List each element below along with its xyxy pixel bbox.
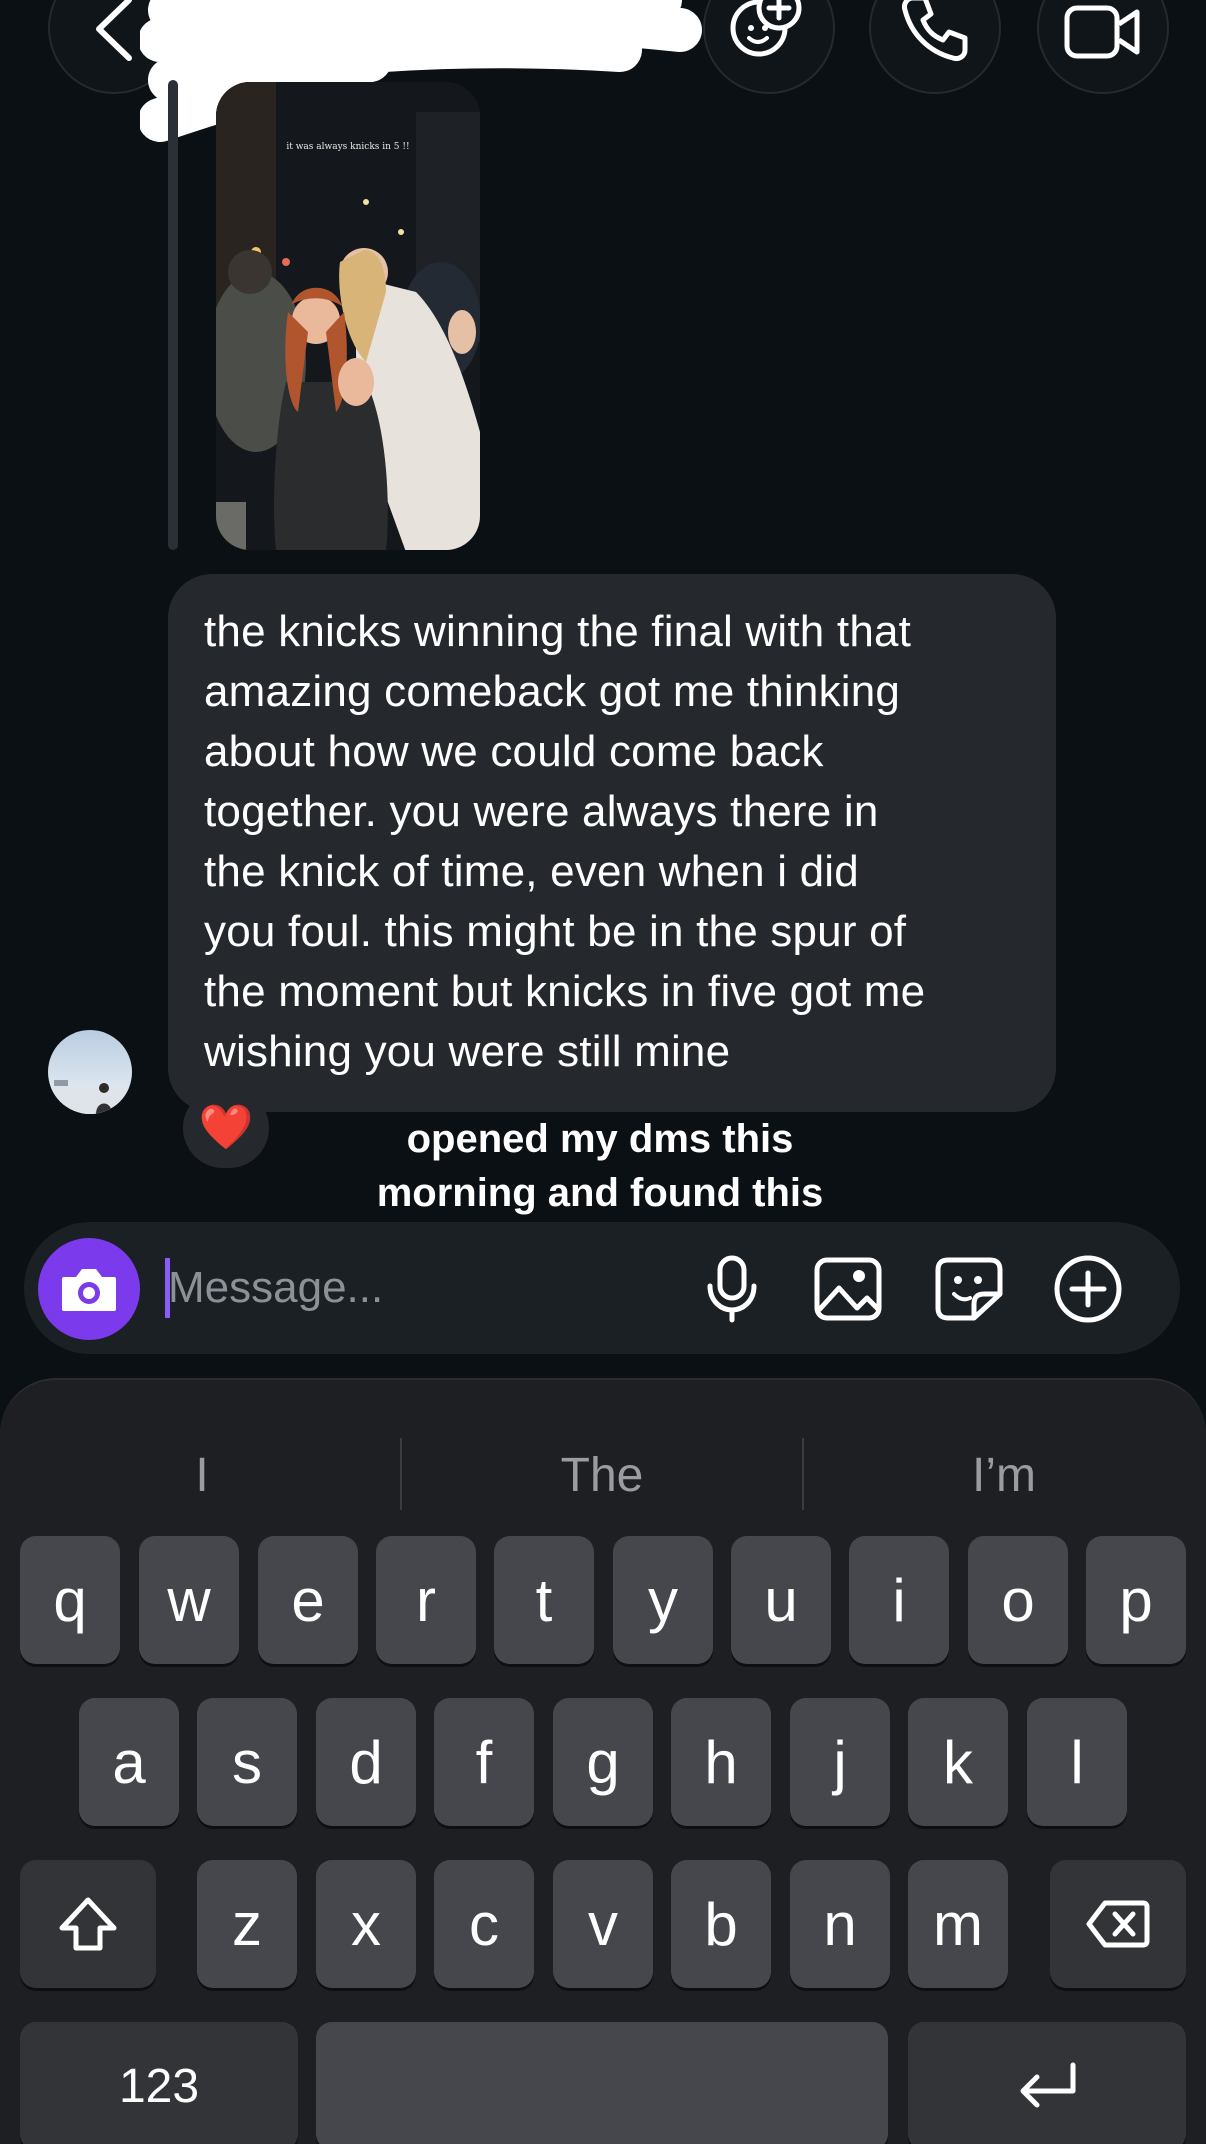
- key-o[interactable]: o: [968, 1536, 1068, 1664]
- sticker-icon: [935, 1257, 1003, 1321]
- key-c[interactable]: c: [434, 1860, 534, 1988]
- key-z[interactable]: z: [197, 1860, 297, 1988]
- numbers-key[interactable]: 123: [20, 2022, 298, 2144]
- video-camera-icon: [1064, 5, 1140, 59]
- key-r[interactable]: r: [376, 1536, 476, 1664]
- camera-button[interactable]: [38, 1238, 140, 1340]
- keyboard: I The I’m q w e r t y u i o p a s d f g …: [0, 1378, 1206, 2144]
- microphone-button[interactable]: [695, 1252, 769, 1326]
- key-y[interactable]: y: [613, 1536, 713, 1664]
- return-icon: [1020, 2062, 1076, 2108]
- suggestion-3[interactable]: I’m: [804, 1420, 1204, 1530]
- phone-icon: [902, 0, 968, 61]
- key-x[interactable]: x: [316, 1860, 416, 1988]
- plus-circle-icon: [1054, 1255, 1122, 1323]
- suggestion-2[interactable]: The: [402, 1420, 802, 1530]
- effects-icon: [730, 0, 802, 57]
- key-m[interactable]: m: [908, 1860, 1008, 1988]
- key-u[interactable]: u: [731, 1536, 831, 1664]
- avatar-image: [48, 1030, 132, 1114]
- story-caption: it was always knicks in 5 !!: [286, 142, 410, 152]
- key-g[interactable]: g: [553, 1698, 653, 1826]
- shift-key[interactable]: [20, 1860, 156, 1988]
- more-button[interactable]: [1051, 1252, 1125, 1326]
- key-p[interactable]: p: [1086, 1536, 1186, 1664]
- key-e[interactable]: e: [258, 1536, 358, 1664]
- key-q[interactable]: q: [20, 1536, 120, 1664]
- key-l[interactable]: l: [1027, 1698, 1127, 1826]
- key-s[interactable]: s: [197, 1698, 297, 1826]
- backspace-icon: [1086, 1900, 1150, 1948]
- message-text: the knicks winning the final with that a…: [204, 607, 926, 1076]
- key-w[interactable]: w: [139, 1536, 239, 1664]
- shift-icon: [59, 1897, 117, 1951]
- gallery-icon: [814, 1257, 882, 1321]
- return-key[interactable]: [908, 2022, 1186, 2144]
- shared-story-thumbnail[interactable]: it was always knicks in 5 !!: [216, 82, 480, 550]
- message-input[interactable]: [168, 1246, 668, 1330]
- reply-indicator-line: [168, 80, 178, 550]
- sticker-button[interactable]: [932, 1252, 1006, 1326]
- key-n[interactable]: n: [790, 1860, 890, 1988]
- space-key[interactable]: [316, 2022, 888, 2144]
- heart-reaction[interactable]: ❤️: [183, 1088, 269, 1168]
- avatar[interactable]: [48, 1030, 132, 1114]
- key-d[interactable]: d: [316, 1698, 416, 1826]
- video-call-button[interactable]: [1037, 0, 1169, 94]
- story-photo: [216, 82, 480, 550]
- key-b[interactable]: b: [671, 1860, 771, 1988]
- key-a[interactable]: a: [79, 1698, 179, 1826]
- key-k[interactable]: k: [908, 1698, 1008, 1826]
- message-bubble[interactable]: the knicks winning the final with that a…: [168, 574, 1056, 1112]
- key-h[interactable]: h: [671, 1698, 771, 1826]
- key-v[interactable]: v: [553, 1860, 653, 1988]
- gallery-button[interactable]: [811, 1252, 885, 1326]
- overlay-caption: opened my dms this morning and found thi…: [376, 1117, 824, 1215]
- key-i[interactable]: i: [849, 1536, 949, 1664]
- message-composer: [24, 1222, 1180, 1354]
- audio-call-button[interactable]: [869, 0, 1001, 94]
- suggestion-1[interactable]: I: [2, 1420, 402, 1530]
- key-t[interactable]: t: [494, 1536, 594, 1664]
- chevron-left-icon: [96, 0, 132, 61]
- backspace-key[interactable]: [1050, 1860, 1186, 1988]
- heart-icon: ❤️: [198, 1103, 254, 1152]
- microphone-icon: [707, 1255, 757, 1323]
- key-f[interactable]: f: [434, 1698, 534, 1826]
- camera-icon: [62, 1269, 116, 1311]
- key-j[interactable]: j: [790, 1698, 890, 1826]
- effects-button[interactable]: [703, 0, 835, 94]
- suggestion-bar: I The I’m: [0, 1420, 1206, 1530]
